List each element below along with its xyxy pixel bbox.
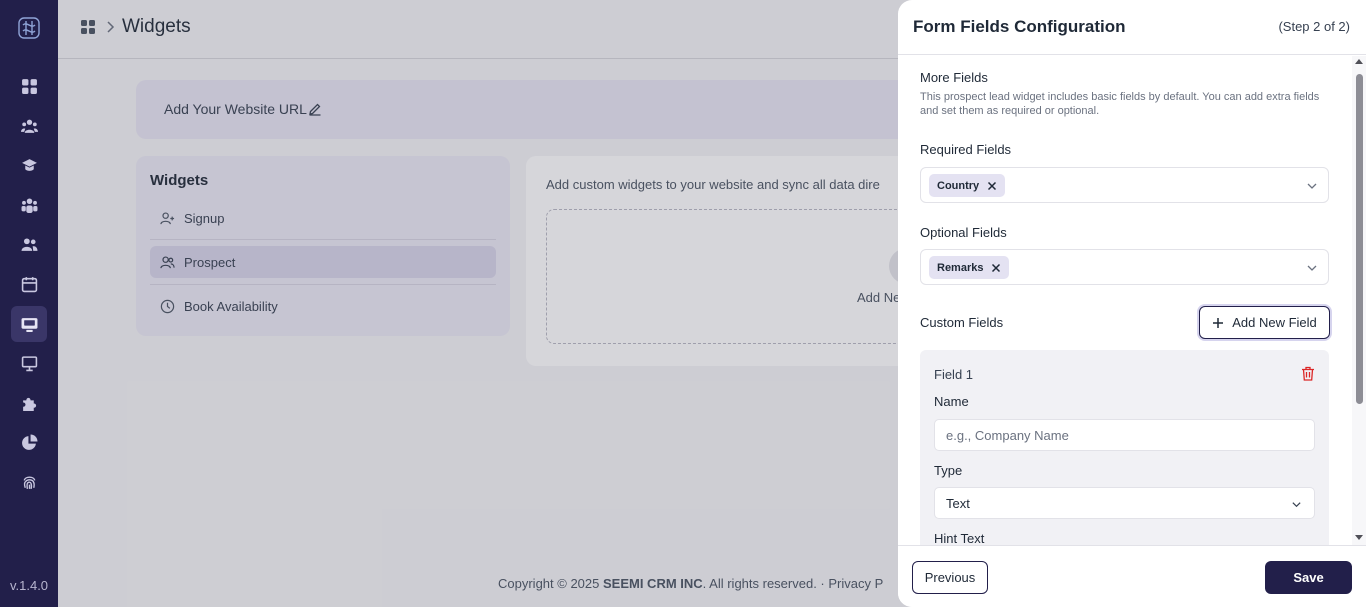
app-logo-icon[interactable] [17,16,41,40]
required-field-chip: Country [929,174,1006,197]
drawer-body: More Fields This prospect lead widget in… [898,56,1366,545]
contacts-icon [21,237,37,251]
pie-chart-icon [21,434,37,450]
field-type-select[interactable]: Text [934,487,1315,519]
required-fields-label: Required Fields [920,142,1012,157]
sidebar-item-security[interactable] [11,464,47,500]
sidebar-item-reports[interactable] [11,424,47,460]
drawer-scrollbar[interactable] [1352,56,1366,545]
custom-field-card: Field 1 Name Type Text Hint Text [920,350,1329,545]
chevron-down-icon [1307,183,1317,189]
drawer-title: Form Fields Configuration [913,17,1126,36]
more-fields-description: This prospect lead widget includes basic… [920,91,1320,117]
chevron-down-icon [1292,502,1301,508]
form-fields-drawer: Form Fields Configuration (Step 2 of 2) … [898,0,1366,607]
scroll-up-arrow-icon[interactable] [1355,59,1363,64]
chip-label: Country [937,179,980,192]
add-new-field-button[interactable]: Add New Field [1199,306,1330,339]
sidebar-item-integrations[interactable] [11,385,47,421]
team-icon [21,197,37,213]
sidebar-item-dashboard[interactable] [11,68,47,104]
trash-icon[interactable] [1301,366,1315,381]
field-type-label: Type [934,463,963,478]
optional-field-chip: Remarks [929,256,1010,279]
field-name-input[interactable] [934,419,1315,451]
optional-fields-select[interactable]: Remarks [920,249,1329,285]
graduation-cap-icon [21,158,37,171]
sidebar-item-users-group[interactable] [11,108,47,144]
sidebar-item-team[interactable] [11,187,47,223]
chip-label: Remarks [937,261,984,274]
sidebar-item-monitor[interactable] [11,345,47,381]
step-indicator: (Step 2 of 2) [1278,19,1350,34]
close-icon[interactable] [987,181,997,191]
add-new-field-label: Add New Field [1232,315,1317,330]
save-button[interactable]: Save [1265,561,1352,594]
field-name-label: Name [934,394,969,409]
plus-icon [1213,317,1224,328]
previous-button[interactable]: Previous [912,561,988,594]
sidebar-item-widgets[interactable] [11,306,47,342]
fingerprint-icon [23,476,35,489]
sidebar: v.1.4.0 [0,0,58,607]
field-hint-label: Hint Text [934,531,985,545]
field-title: Field 1 [934,367,974,382]
sidebar-item-graduation[interactable] [11,147,47,183]
app-version: v.1.4.0 [9,578,49,593]
field-type-value: Text [946,496,970,511]
puzzle-icon [22,397,36,411]
more-fields-title: More Fields [920,70,988,85]
chevron-down-icon [1307,265,1317,271]
users-group-icon [20,119,38,133]
monitor-icon [21,355,37,371]
scroll-down-arrow-icon[interactable] [1355,535,1363,540]
custom-fields-label: Custom Fields [920,315,1004,330]
calendar-icon [21,276,37,292]
required-fields-select[interactable]: Country [920,167,1329,203]
dashboard-icon [21,78,37,94]
sidebar-item-calendar[interactable] [11,266,47,302]
sidebar-item-contacts[interactable] [11,226,47,262]
scrollbar-thumb[interactable] [1356,74,1363,404]
drawer-header: Form Fields Configuration (Step 2 of 2) [898,0,1366,55]
widgets-icon [21,317,37,332]
drawer-footer: Previous Save [898,545,1366,607]
close-icon[interactable] [991,263,1001,273]
optional-fields-label: Optional Fields [920,225,1007,240]
